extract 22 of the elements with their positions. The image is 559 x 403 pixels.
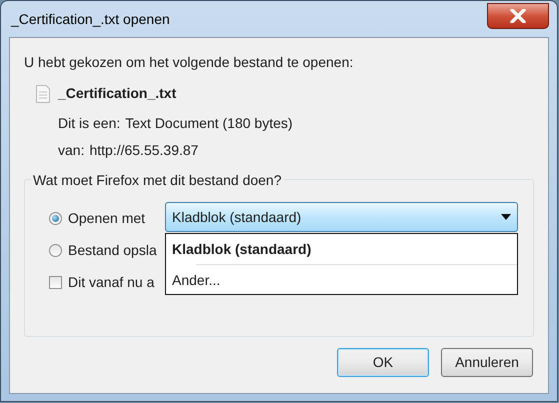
file-name: _Certification_.txt: [58, 84, 176, 103]
caret-icon: [501, 214, 511, 220]
dropdown-option[interactable]: Ander...: [172, 265, 517, 295]
file-type: Text Document (180 bytes): [125, 114, 293, 133]
dialog-button[interactable]: OK: [337, 348, 429, 377]
type-label: Dit is een:: [58, 114, 120, 133]
option-label: Bestand opsla: [68, 240, 157, 260]
document-icon: [36, 84, 50, 102]
intro-text: U hebt gekozen om het volgende bestand te openen:: [24, 53, 354, 72]
close-button[interactable]: [487, 3, 549, 29]
close-icon: [510, 9, 526, 23]
application-dropdown[interactable]: Kladblok (standaard): [165, 202, 518, 232]
option-label: Dit vanaf nu a: [68, 272, 154, 292]
radio-button[interactable]: [49, 212, 62, 224]
window-title: _Certification_.txt openen: [10, 10, 170, 29]
source-url: http://65.55.39.87: [89, 141, 198, 160]
radio-button[interactable]: [49, 244, 62, 256]
source-label: van:: [58, 141, 84, 160]
checkbox[interactable]: [49, 276, 62, 288]
dialog-button[interactable]: Annuleren: [441, 348, 533, 377]
option-label: Openen met: [68, 208, 146, 228]
dropdown-option[interactable]: Kladblok (standaard): [166, 234, 517, 264]
